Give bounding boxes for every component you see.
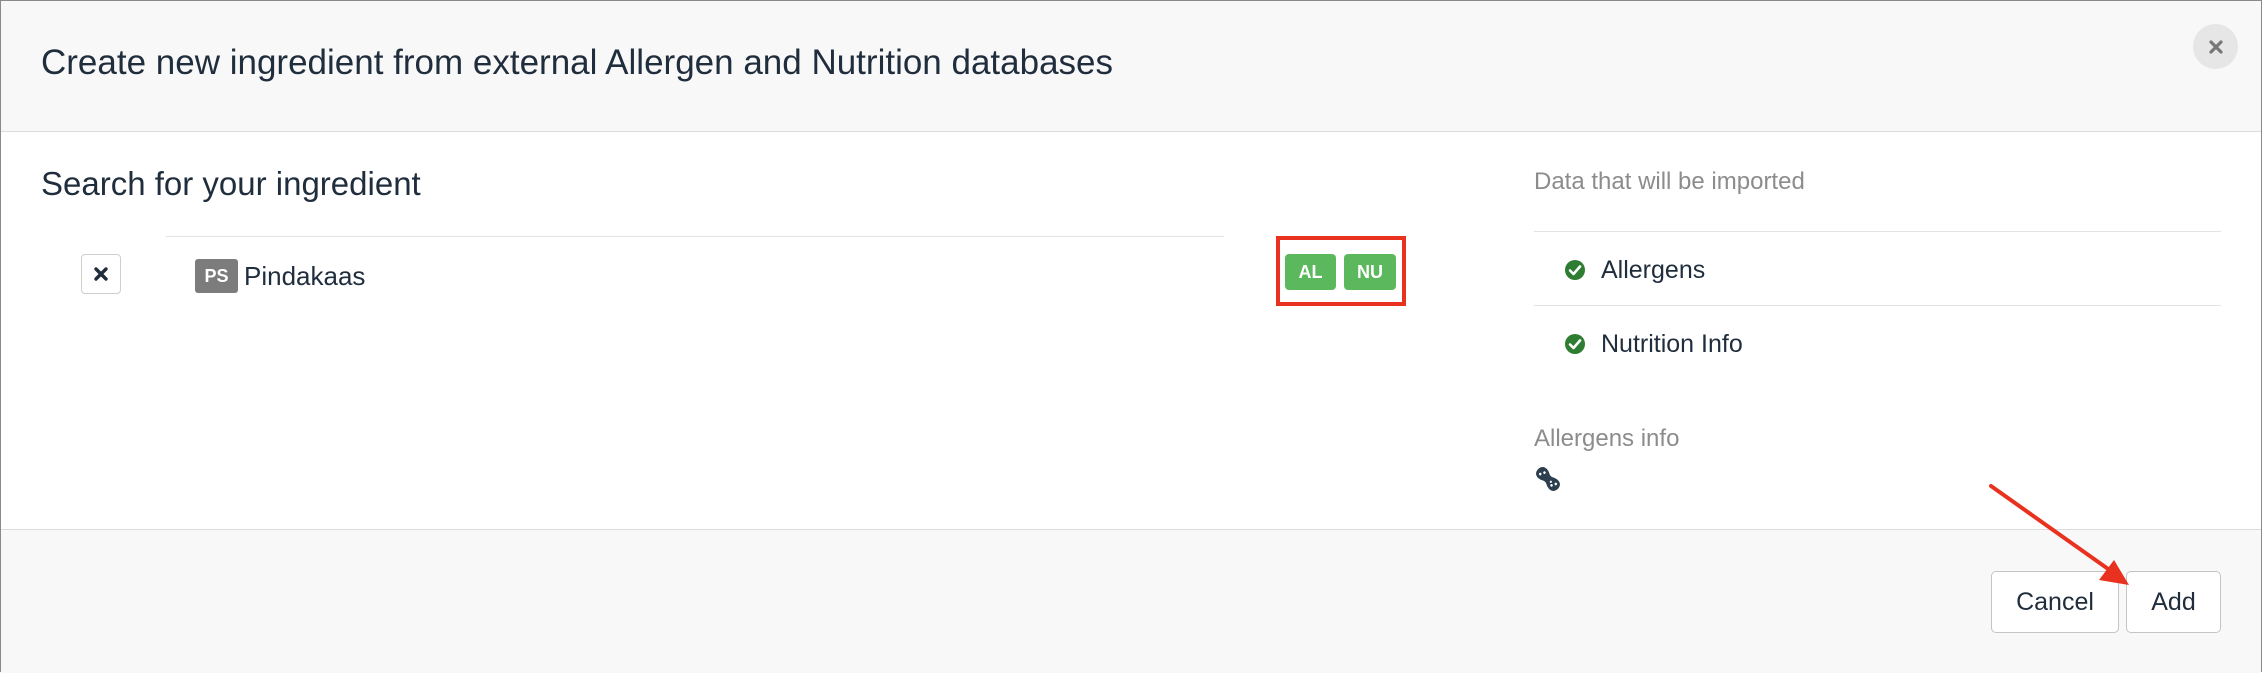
- results-divider: [166, 236, 1224, 237]
- cancel-button[interactable]: Cancel: [1991, 571, 2119, 633]
- dialog-footer: [1, 529, 2261, 673]
- check-circle-icon: [1565, 334, 1585, 354]
- import-divider: [1534, 231, 2221, 232]
- import-item-allergens: Allergens: [1601, 256, 1706, 284]
- ingredient-dialog: Create new ingredient from external Alle…: [0, 0, 2262, 673]
- x-icon: [94, 267, 108, 281]
- add-button[interactable]: Add: [2126, 571, 2221, 633]
- close-button[interactable]: [2193, 24, 2238, 69]
- ingredient-name: Pindakaas: [244, 261, 366, 291]
- source-badge: PS: [195, 259, 238, 293]
- dialog-title: Create new ingredient from external Alle…: [41, 43, 1114, 82]
- close-icon: [2208, 39, 2223, 54]
- search-heading: Search for your ingredient: [41, 165, 421, 202]
- allergens-info-heading: Allergens info: [1534, 425, 1680, 452]
- annotation-highlight-box: [1276, 236, 1406, 306]
- import-item-nutrition: Nutrition Info: [1601, 330, 1743, 358]
- peanut-icon: [1536, 467, 1560, 491]
- import-heading: Data that will be imported: [1534, 168, 1805, 195]
- remove-ingredient-button[interactable]: [81, 254, 121, 294]
- import-divider: [1534, 305, 2221, 306]
- check-circle-icon: [1565, 260, 1585, 280]
- dialog-header: Create new ingredient from external Alle…: [1, 1, 2261, 132]
